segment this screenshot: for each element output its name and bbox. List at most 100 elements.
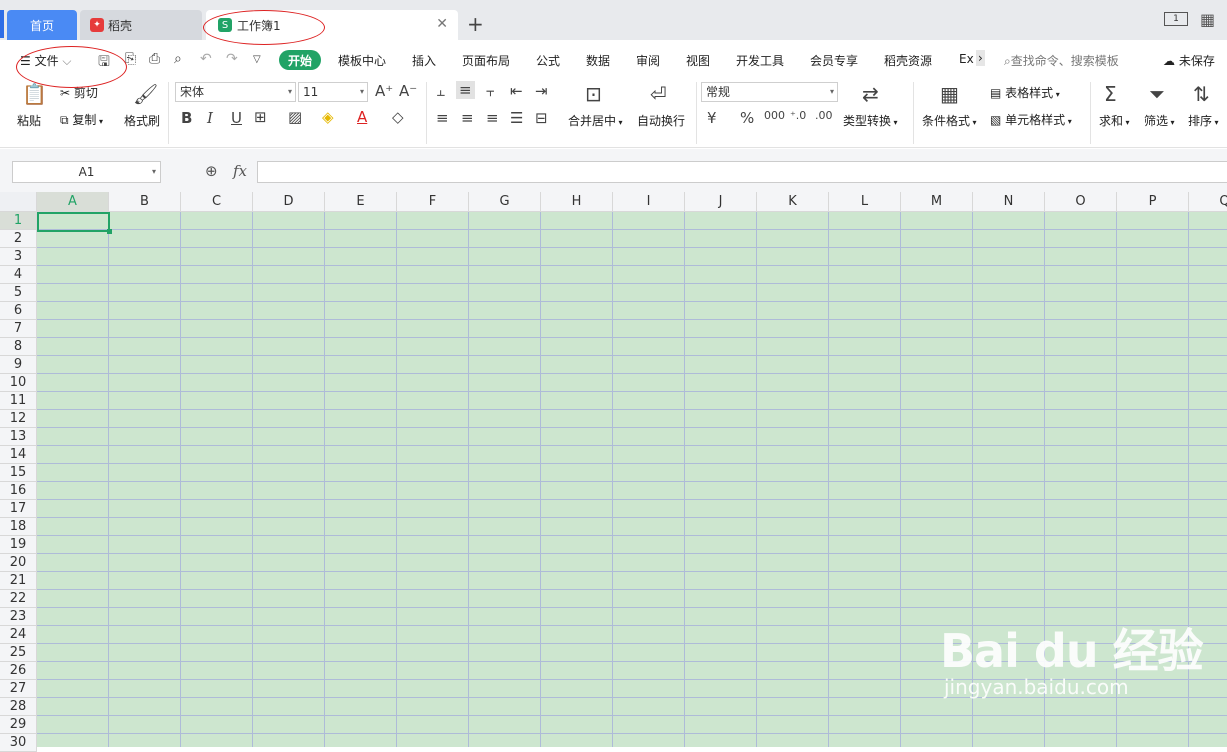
paste-icon[interactable]: 📋	[22, 82, 47, 106]
menu-template-center[interactable]: 模板中心	[338, 52, 386, 69]
percent-icon[interactable]: %	[740, 109, 754, 127]
type-convert-button[interactable]: 类型转换 ▾	[843, 112, 898, 129]
apps-grid-icon[interactable]: ▦	[1200, 10, 1215, 29]
row-header[interactable]: 12	[0, 410, 37, 428]
menu-data[interactable]: 数据	[586, 52, 610, 69]
row-header[interactable]: 2	[0, 230, 37, 248]
menu-insert[interactable]: 插入	[412, 52, 436, 69]
currency-icon[interactable]: ¥	[707, 109, 717, 127]
filter-button[interactable]: 筛选 ▾	[1144, 112, 1175, 129]
row-header[interactable]: 24	[0, 626, 37, 644]
paste-button[interactable]: 粘贴	[17, 112, 41, 129]
font-color-icon[interactable]: A	[357, 108, 367, 126]
thousands-separator-icon[interactable]: 000	[764, 109, 785, 122]
sort-button[interactable]: 排序 ▾	[1188, 112, 1219, 129]
row-header[interactable]: 28	[0, 698, 37, 716]
row-header[interactable]: 21	[0, 572, 37, 590]
brush-icon[interactable]: 🖌	[133, 82, 158, 106]
fill-color-icon[interactable]: ◈	[322, 108, 334, 126]
align-right-icon[interactable]: ≡	[486, 109, 499, 127]
print-preview-icon[interactable]: ⌕	[174, 51, 182, 67]
underline-icon[interactable]: U	[231, 109, 242, 127]
menu-review[interactable]: 审阅	[636, 52, 660, 69]
format-painter-button[interactable]: 格式刷	[124, 112, 160, 129]
column-header[interactable]: L	[829, 192, 901, 212]
menu-docer-resources[interactable]: 稻壳资源	[884, 52, 932, 69]
increase-font-icon[interactable]: A⁺	[375, 82, 393, 100]
column-header[interactable]: M	[901, 192, 973, 212]
row-header[interactable]: 1	[0, 212, 37, 230]
fx-icon[interactable]: fx	[233, 162, 247, 180]
undo-icon[interactable]: ↶	[200, 51, 212, 67]
column-header[interactable]: A	[37, 192, 109, 212]
column-header[interactable]: G	[469, 192, 541, 212]
column-header[interactable]: C	[181, 192, 253, 212]
number-format-select[interactable]: 常规 ▾	[701, 82, 838, 102]
row-header[interactable]: 26	[0, 662, 37, 680]
menu-member[interactable]: 会员专享	[810, 52, 858, 69]
chevron-right-icon[interactable]: ›	[976, 50, 985, 66]
decrease-decimal-icon[interactable]: .00	[815, 109, 833, 122]
convert-icon[interactable]: ⇄	[862, 82, 879, 106]
column-header[interactable]: D	[253, 192, 325, 212]
row-header[interactable]: 7	[0, 320, 37, 338]
menu-developer[interactable]: 开发工具	[736, 52, 784, 69]
align-bottom-icon[interactable]: ⫟	[486, 82, 495, 100]
sort-icon[interactable]: ⇅	[1193, 82, 1210, 106]
wrap-text-button[interactable]: 自动换行	[637, 112, 685, 129]
row-header[interactable]: 20	[0, 554, 37, 572]
row-header[interactable]: 9	[0, 356, 37, 374]
menu-view[interactable]: 视图	[686, 52, 710, 69]
quick-access-dropdown-icon[interactable]: ▽	[253, 54, 261, 65]
column-header[interactable]: K	[757, 192, 829, 212]
italic-icon[interactable]: I	[207, 109, 213, 127]
row-header[interactable]: 13	[0, 428, 37, 446]
column-header[interactable]: P	[1117, 192, 1189, 212]
conditional-format-button[interactable]: 条件格式 ▾	[922, 112, 977, 129]
row-header[interactable]: 3	[0, 248, 37, 266]
filter-icon[interactable]: ⏷	[1149, 82, 1165, 106]
zoom-icon[interactable]: ⊕	[205, 162, 218, 180]
row-header[interactable]: 30	[0, 734, 37, 752]
select-all-corner[interactable]	[0, 192, 37, 212]
increase-decimal-icon[interactable]: ⁺.0	[790, 109, 806, 122]
indent-decrease-icon[interactable]: ⇤	[510, 82, 523, 100]
column-header[interactable]: E	[325, 192, 397, 212]
row-header[interactable]: 4	[0, 266, 37, 284]
row-header[interactable]: 6	[0, 302, 37, 320]
table-style-button[interactable]: ▤ 表格样式 ▾	[990, 84, 1060, 101]
row-header[interactable]: 27	[0, 680, 37, 698]
menu-formula[interactable]: 公式	[536, 52, 560, 69]
column-header[interactable]: N	[973, 192, 1045, 212]
column-header[interactable]: H	[541, 192, 613, 212]
redo-icon[interactable]: ↷	[226, 51, 238, 67]
column-header[interactable]: I	[613, 192, 685, 212]
column-header[interactable]: J	[685, 192, 757, 212]
menu-page-layout[interactable]: 页面布局	[462, 52, 510, 69]
conditional-format-icon[interactable]: ▦	[940, 82, 959, 106]
close-tab-icon[interactable]: ✕	[436, 16, 448, 32]
column-header[interactable]: B	[109, 192, 181, 212]
row-header[interactable]: 14	[0, 446, 37, 464]
bold-icon[interactable]: B	[181, 109, 192, 127]
align-center-icon[interactable]: ≡	[461, 109, 474, 127]
font-size-select[interactable]: 11 ▾	[298, 82, 368, 102]
fill-handle[interactable]	[107, 229, 112, 234]
unsaved-status[interactable]: ☁ 未保存	[1163, 52, 1215, 69]
tab-docer[interactable]: ✦ 稻壳	[80, 10, 202, 40]
row-header[interactable]: 17	[0, 500, 37, 518]
wrap-text-icon[interactable]: ⏎	[650, 82, 667, 106]
row-header[interactable]: 15	[0, 464, 37, 482]
align-left-icon[interactable]: ≡	[436, 109, 449, 127]
merge-cells-icon[interactable]: ⊡	[585, 82, 602, 106]
cell-style-button[interactable]: ▧ 单元格样式 ▾	[990, 111, 1072, 128]
row-header[interactable]: 19	[0, 536, 37, 554]
name-box[interactable]: A1 ▾	[12, 161, 161, 183]
window-layout-icon[interactable]: 1	[1164, 12, 1188, 26]
border-icon[interactable]: ⊞	[254, 108, 267, 126]
menu-ex[interactable]: Ex	[959, 52, 974, 66]
new-tab-button[interactable]: +	[467, 12, 484, 36]
command-search[interactable]: ⌕查找命令、搜索模板	[1004, 52, 1119, 69]
row-header[interactable]: 23	[0, 608, 37, 626]
copy-button[interactable]: ⧉ 复制 ▾	[60, 111, 103, 128]
